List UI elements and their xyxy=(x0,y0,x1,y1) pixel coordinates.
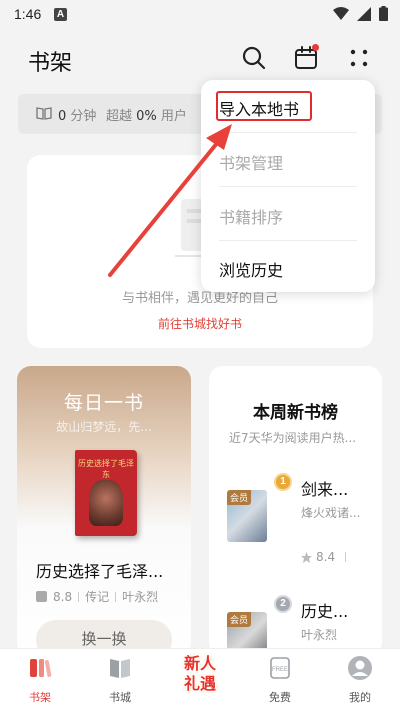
daily-book-name: 历史选择了毛泽... xyxy=(36,562,164,581)
profile-icon xyxy=(348,656,372,680)
daily-book-quote: 故山归梦远，先... xyxy=(56,420,152,434)
vip-tag: 会员 xyxy=(227,612,252,627)
rank-badge-icon: 1 xyxy=(274,473,292,491)
book-cover: 会员 xyxy=(227,490,267,542)
daily-book-author: 叶永烈 xyxy=(122,590,159,604)
nav-profile[interactable]: 我的 xyxy=(330,655,390,705)
bookshelf-icon xyxy=(30,659,52,677)
daily-book-cover[interactable]: 历史选择了毛泽东 xyxy=(75,450,137,536)
notification-icon: A xyxy=(54,8,67,21)
open-book-icon xyxy=(36,107,52,120)
menu-divider xyxy=(219,240,357,241)
rank-badge-icon: 2 xyxy=(274,595,292,613)
nav-label: 我的 xyxy=(349,691,371,704)
nav-label: 书架 xyxy=(29,691,51,704)
status-indicators xyxy=(333,6,388,21)
nav-bookshelf[interactable]: 书架 xyxy=(10,655,70,705)
weekly-title: 本周新书榜 xyxy=(253,403,338,423)
newcomer-gift-button[interactable]: 新人 礼遇 xyxy=(168,651,232,701)
book-store-icon xyxy=(110,659,130,678)
reading-minutes: 0 分钟 xyxy=(58,109,97,124)
wifi-icon xyxy=(333,6,349,20)
beat-users: 超越 0% 用户 xyxy=(106,109,187,124)
divider xyxy=(78,591,80,602)
daily-book-meta: 8.8 传记 叶永烈 xyxy=(36,588,158,605)
vip-tag: 会员 xyxy=(227,490,252,505)
divider xyxy=(345,552,347,562)
weekly-book-score: 8.4 xyxy=(301,550,347,564)
score-icon xyxy=(36,591,47,602)
signal-icon xyxy=(357,6,371,21)
divider xyxy=(115,591,117,602)
daily-book-category: 传记 xyxy=(85,590,110,604)
menu-item-sort-books[interactable]: 书籍排序 xyxy=(219,204,357,228)
promo-line2: 礼遇 xyxy=(183,674,216,693)
menu-item-history[interactable]: 浏览历史 xyxy=(219,257,357,281)
svg-text:FREE: FREE xyxy=(272,667,288,673)
nav-label: 免费 xyxy=(269,691,291,704)
nav-label: 书城 xyxy=(109,691,131,704)
weekly-book-author: 叶永烈 xyxy=(301,628,338,642)
weekly-book-author: 烽火戏诸... xyxy=(301,506,361,520)
nav-book-store[interactable]: 书城 xyxy=(90,655,150,705)
battery-icon xyxy=(379,6,388,21)
daily-book-score: 8.8 xyxy=(53,589,73,604)
more-icon[interactable] xyxy=(345,44,373,72)
menu-divider xyxy=(219,132,357,133)
daily-book-title: 每日一书 xyxy=(63,392,144,414)
cover-title: 历史选择了毛泽东 xyxy=(78,459,134,479)
daily-book-card[interactable]: 每日一书 故山归梦远，先... 历史选择了毛泽东 历史选择了毛泽... 8.8 … xyxy=(17,366,191,656)
menu-item-shelf-manage[interactable]: 书架管理 xyxy=(219,150,357,174)
status-bar: 1:46 A xyxy=(0,0,400,30)
star-icon xyxy=(301,551,312,563)
page-title: 书架 xyxy=(28,51,73,76)
weekly-new-books-card[interactable]: 本周新书榜 近7天华为阅读用户热... 会员 1 剑来... 烽火戏诸... 8… xyxy=(209,366,382,656)
go-to-store-link[interactable]: 前往书城找好书 xyxy=(27,315,373,332)
nav-free[interactable]: FREE 免费 xyxy=(250,655,310,705)
weekly-subtitle: 近7天华为阅读用户热... xyxy=(229,431,357,445)
notification-dot xyxy=(312,44,319,51)
promo-line1: 新人 xyxy=(183,654,216,673)
menu-divider xyxy=(219,186,357,187)
cover-portrait xyxy=(89,480,123,526)
weekly-book-name: 剑来... xyxy=(301,480,349,499)
status-time: 1:46 xyxy=(14,6,42,22)
search-icon[interactable] xyxy=(240,44,268,72)
free-icon: FREE xyxy=(270,657,290,679)
weekly-book-item[interactable]: 会员 xyxy=(227,490,267,542)
weekly-book-name: 历史... xyxy=(301,602,349,621)
highlight-box xyxy=(216,91,312,121)
